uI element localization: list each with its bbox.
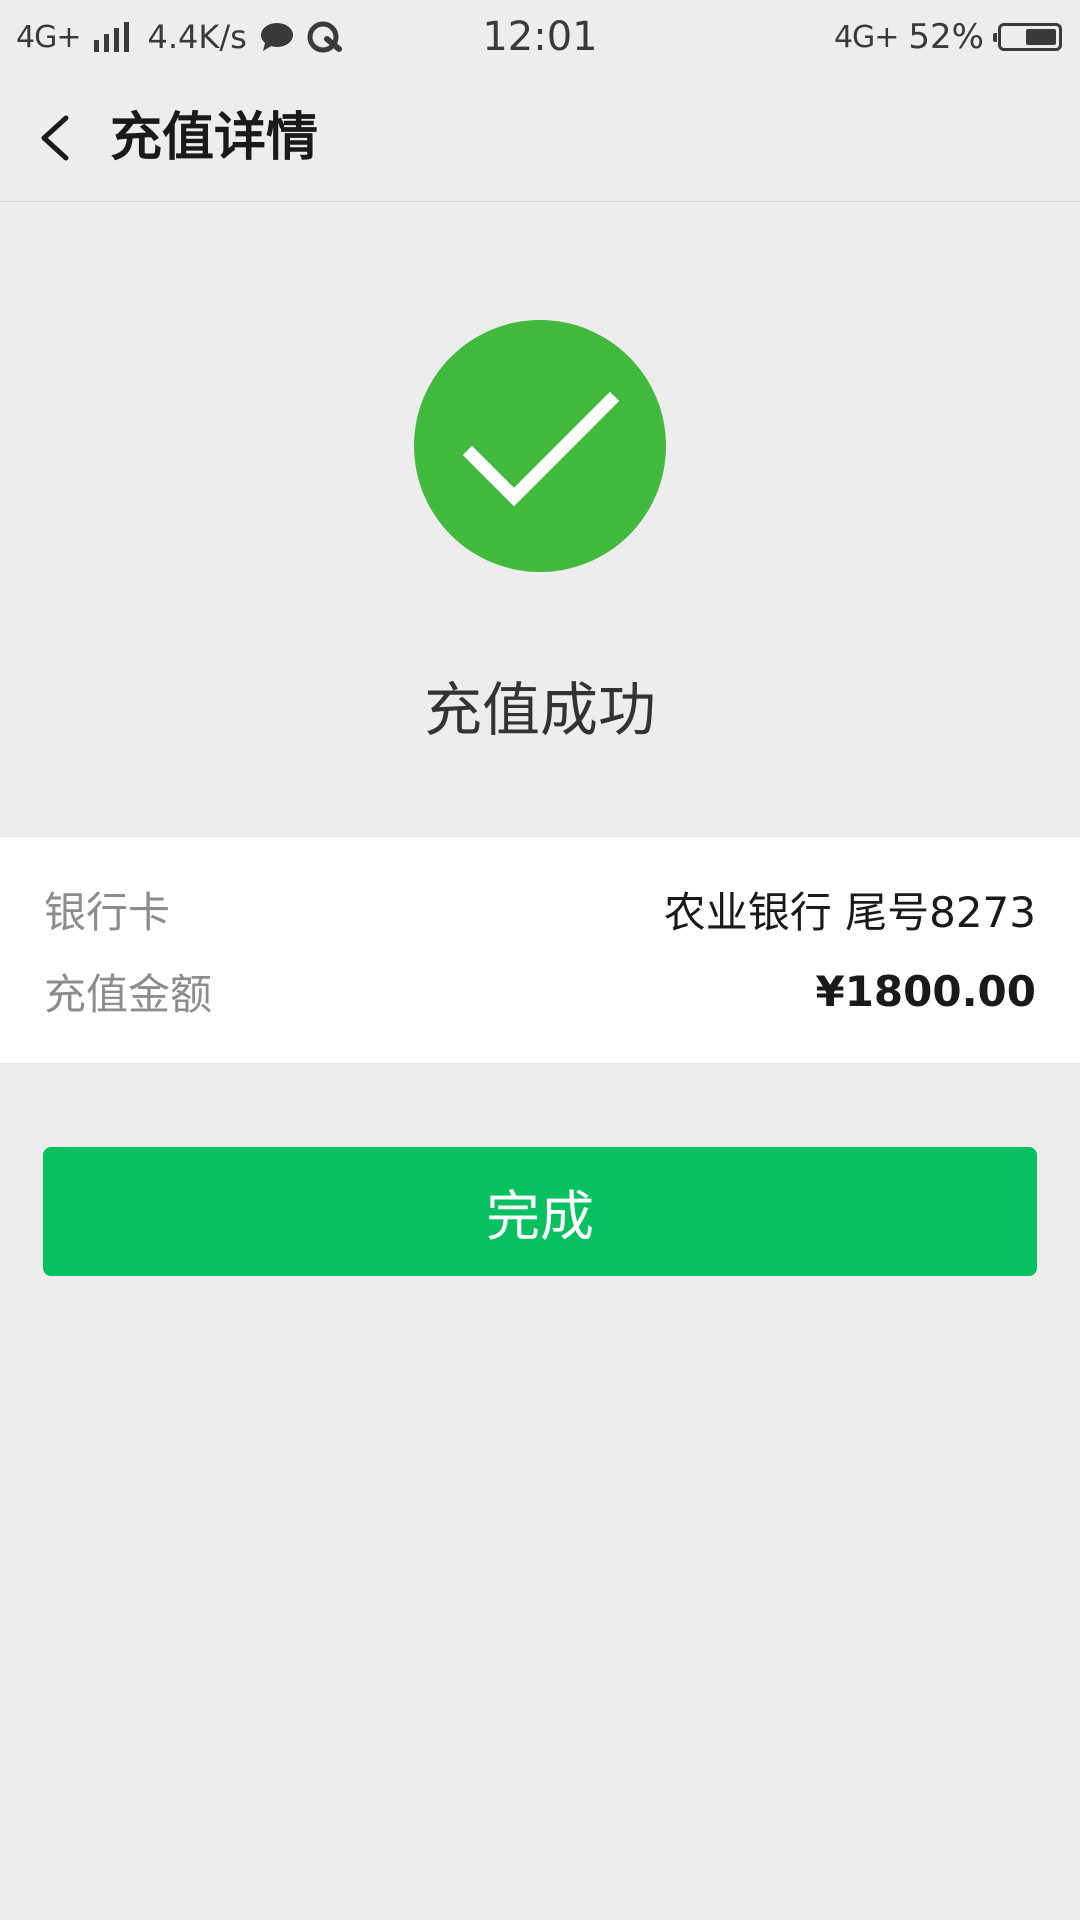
amount-value: ¥1800.00	[815, 966, 1036, 1016]
recharge-details-card: 银行卡 农业银行 尾号8273 充值金额 ¥1800.00	[0, 836, 1080, 1064]
bank-card-value: 农业银行 尾号8273	[663, 887, 1036, 937]
amount-label: 充值金额	[44, 969, 213, 1019]
navigation-bar: 充值详情	[0, 74, 1080, 202]
result-title: 充值成功	[423, 676, 656, 744]
status-right: 4G+ 52%	[834, 14, 1062, 60]
battery-percent: 52%	[908, 17, 984, 57]
battery-level-fill	[1025, 29, 1056, 45]
success-check-icon	[414, 320, 666, 572]
battery-icon	[993, 23, 1062, 51]
chevron-left-icon[interactable]	[30, 108, 86, 168]
bank-card-label: 银行卡	[44, 887, 171, 937]
status-bar: 4G+ 4.4K/s 12:01 4G+ 52%	[0, 0, 1080, 74]
done-button[interactable]: 完成	[43, 1147, 1037, 1276]
amount-row: 充值金额 ¥1800.00	[44, 961, 1036, 1021]
network-type-right: 4G+	[833, 19, 899, 55]
page-title: 充值详情	[110, 108, 319, 168]
bank-card-row: 银行卡 农业银行 尾号8273	[44, 879, 1036, 939]
